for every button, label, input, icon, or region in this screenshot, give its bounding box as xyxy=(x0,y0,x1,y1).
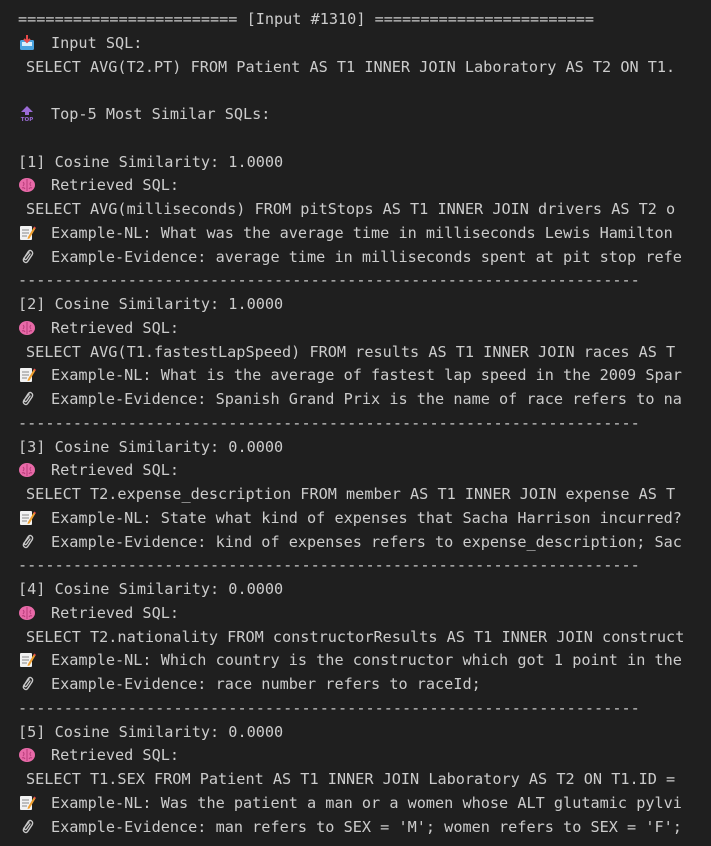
separator-line-text: ----------------------------------------… xyxy=(18,556,640,575)
retrieved-sql-label: Retrieved SQL: xyxy=(0,602,711,626)
retrieved-sql-text: SELECT T1.SEX FROM Patient AS T1 INNER J… xyxy=(26,770,676,788)
example-nl-text: Example-NL: What was the average time in… xyxy=(51,223,673,242)
memo-icon xyxy=(18,366,36,383)
retrieved-sql: SELECT AVG(T1.fastestLapSpeed) FROM resu… xyxy=(0,341,711,365)
result-similarity-text: [1] Cosine Similarity: 1.0000 xyxy=(18,152,284,171)
example-evidence-text: Example-Evidence: kind of expenses refer… xyxy=(51,532,682,551)
example-evidence-text: Example-Evidence: Spanish Grand Prix is … xyxy=(51,390,682,408)
retrieved-sql-label-text: Retrieved SQL: xyxy=(51,461,180,480)
result-similarity: [3] Cosine Similarity: 0.0000 xyxy=(0,436,711,460)
result-similarity-text: [3] Cosine Similarity: 0.0000 xyxy=(18,437,284,456)
example-evidence-text: Example-Evidence: race number refers to … xyxy=(51,675,481,693)
separator-line: ----------------------------------------… xyxy=(0,697,711,721)
memo-icon xyxy=(18,509,36,526)
retrieved-sql-text: SELECT AVG(milliseconds) FROM pitStops A… xyxy=(26,200,676,218)
example-nl-text: Example-NL: What is the average of faste… xyxy=(51,366,682,385)
retrieved-sql-label-text: Retrieved SQL: xyxy=(51,746,180,765)
retrieved-sql: SELECT T1.SEX FROM Patient AS T1 INNER J… xyxy=(0,768,711,792)
example-nl: Example-NL: Was the patient a man or a w… xyxy=(0,792,711,816)
result-similarity-text: [2] Cosine Similarity: 1.0000 xyxy=(18,295,284,313)
example-evidence: Example-Evidence: average time in millis… xyxy=(0,246,711,270)
inbox-tray-icon xyxy=(18,34,36,51)
paperclip-icon xyxy=(18,390,36,407)
result-similarity: [5] Cosine Similarity: 0.0000 xyxy=(0,721,711,745)
retrieved-sql-label: Retrieved SQL: xyxy=(0,174,711,198)
retrieved-sql-text: SELECT AVG(T1.fastestLapSpeed) FROM resu… xyxy=(26,342,676,361)
example-nl-text: Example-NL: State what kind of expenses … xyxy=(51,508,682,527)
result-similarity: [1] Cosine Similarity: 1.0000 xyxy=(0,151,711,175)
example-nl: Example-NL: Which country is the constru… xyxy=(0,649,711,673)
separator-line: ----------------------------------------… xyxy=(0,269,711,293)
example-evidence: Example-Evidence: race number refers to … xyxy=(0,673,711,697)
result-similarity: [4] Cosine Similarity: 0.0000 xyxy=(0,578,711,602)
input-sql-label-text: Input SQL: xyxy=(51,33,143,52)
input-sql-label: Input SQL: xyxy=(0,32,711,56)
result-similarity-text: [4] Cosine Similarity: 0.0000 xyxy=(18,580,284,598)
memo-icon xyxy=(18,224,36,241)
input-sql-text: SELECT AVG(T2.PT) FROM Patient AS T1 INN… xyxy=(26,57,676,76)
example-evidence: Example-Evidence: kind of expenses refer… xyxy=(0,531,711,555)
retrieved-sql: SELECT AVG(milliseconds) FROM pitStops A… xyxy=(0,198,711,222)
example-nl: Example-NL: What was the average time in… xyxy=(0,222,711,246)
example-nl: Example-NL: What is the average of faste… xyxy=(0,364,711,388)
header-line: ======================== [Input #1310] =… xyxy=(0,8,711,32)
paperclip-icon xyxy=(18,818,36,835)
separator-line: ----------------------------------------… xyxy=(0,554,711,578)
brain-icon xyxy=(18,746,36,763)
memo-icon xyxy=(18,794,36,811)
terminal-output: ======================== [Input #1310] =… xyxy=(0,0,711,846)
retrieved-sql: SELECT T2.nationality FROM constructorRe… xyxy=(0,626,711,650)
paperclip-icon xyxy=(18,675,36,692)
retrieved-sql-text: SELECT T2.expense_description FROM membe… xyxy=(26,485,676,503)
brain-icon xyxy=(18,604,36,621)
separator-line: ----------------------------------------… xyxy=(0,412,711,436)
retrieved-sql-label: Retrieved SQL: xyxy=(0,459,711,483)
separator-line-text: ----------------------------------------… xyxy=(18,698,640,717)
input-sql: SELECT AVG(T2.PT) FROM Patient AS T1 INN… xyxy=(0,56,711,80)
top-label: TOP Top-5 Most Similar SQLs: xyxy=(0,103,711,127)
paperclip-icon xyxy=(18,533,36,550)
retrieved-sql-label-text: Retrieved SQL: xyxy=(51,176,180,195)
retrieved-sql-label-text: Retrieved SQL: xyxy=(51,318,180,337)
example-nl-text: Example-NL: Was the patient a man or a w… xyxy=(51,793,682,812)
retrieved-sql-label-text: Retrieved SQL: xyxy=(51,603,180,622)
example-nl-text: Example-NL: Which country is the constru… xyxy=(51,651,682,670)
top-label-text: Top-5 Most Similar SQLs: xyxy=(51,105,271,123)
example-evidence: Example-Evidence: Spanish Grand Prix is … xyxy=(0,388,711,412)
header-line-text: ======================== [Input #1310] =… xyxy=(18,10,595,28)
example-evidence-text: Example-Evidence: man refers to SEX = 'M… xyxy=(51,817,682,836)
retrieved-sql-text: SELECT T2.nationality FROM constructorRe… xyxy=(26,627,685,646)
brain-icon xyxy=(18,461,36,478)
retrieved-sql-label: Retrieved SQL: xyxy=(0,744,711,768)
example-nl: Example-NL: State what kind of expenses … xyxy=(0,507,711,531)
retrieved-sql: SELECT T2.expense_description FROM membe… xyxy=(0,483,711,507)
top-arrow-icon: TOP xyxy=(18,105,36,122)
retrieved-sql-label: Retrieved SQL: xyxy=(0,317,711,341)
paperclip-icon xyxy=(18,248,36,265)
example-evidence-text: Example-Evidence: average time in millis… xyxy=(51,247,682,266)
example-evidence: Example-Evidence: man refers to SEX = 'M… xyxy=(0,816,711,840)
svg-text:TOP: TOP xyxy=(21,117,33,122)
brain-icon xyxy=(18,176,36,193)
result-similarity: [2] Cosine Similarity: 1.0000 xyxy=(0,293,711,317)
memo-icon xyxy=(18,651,36,668)
brain-icon xyxy=(18,319,36,336)
separator-line-text: ----------------------------------------… xyxy=(18,271,640,290)
separator-line-text: ----------------------------------------… xyxy=(18,413,640,432)
result-similarity-text: [5] Cosine Similarity: 0.0000 xyxy=(18,722,284,741)
